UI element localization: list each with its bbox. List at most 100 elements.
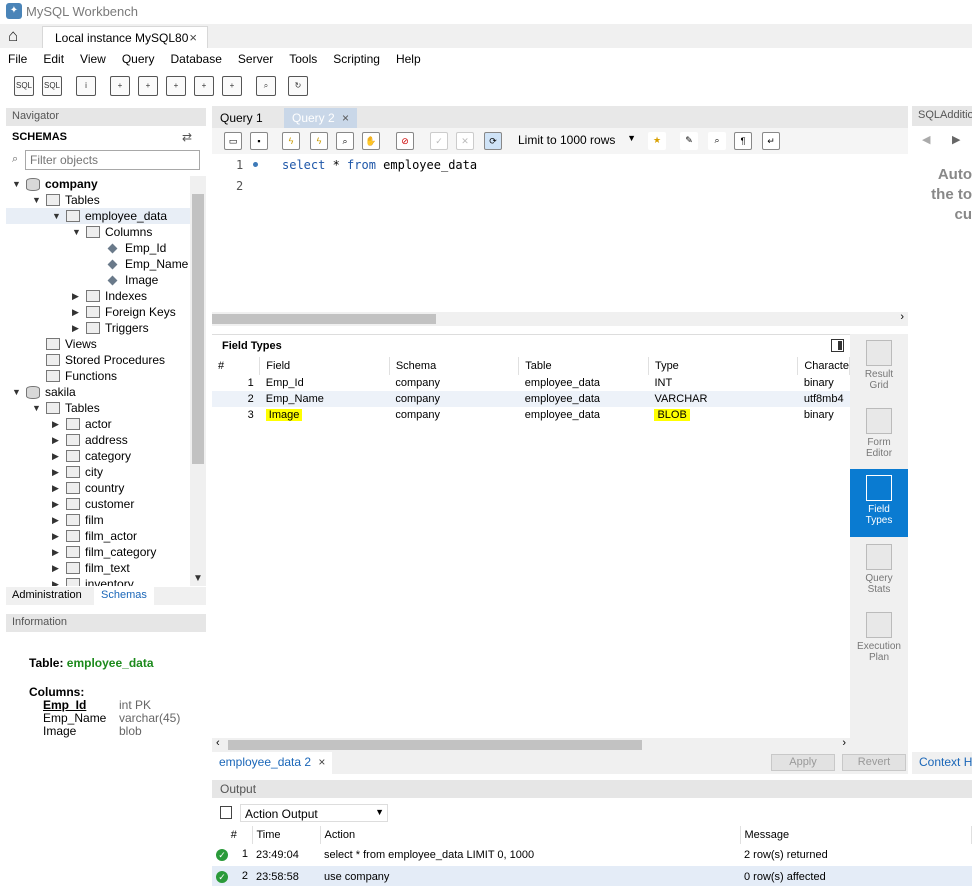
search-table-data-icon[interactable]: ⌕ <box>256 76 276 96</box>
invisible-chars-icon[interactable]: ¶ <box>734 132 752 150</box>
expand-right-icon[interactable]: ▶ <box>52 531 62 542</box>
toggle-error-icon[interactable]: ⊘ <box>396 132 414 150</box>
tree-item[interactable]: ▶ film_text <box>6 560 190 576</box>
tree-item[interactable]: ▶ actor <box>6 416 190 432</box>
forward-icon[interactable]: ▶ <box>952 133 960 146</box>
tree-item[interactable]: Emp_Id <box>6 240 190 256</box>
tab-query-1[interactable]: Query 1 <box>212 108 271 128</box>
scrollbar-thumb[interactable] <box>228 740 642 750</box>
tree-item[interactable]: ▼ sakila <box>6 384 190 400</box>
expand-down-icon[interactable]: ▼ <box>72 227 82 237</box>
close-icon[interactable]: × <box>342 111 349 125</box>
tab-schemas[interactable]: Schemas <box>94 587 154 605</box>
expand-right-icon[interactable]: ▶ <box>72 291 82 302</box>
tree-item[interactable]: ▼ employee_data <box>6 208 190 224</box>
menu-edit[interactable]: Edit <box>43 52 64 66</box>
column-header[interactable]: Schema <box>389 357 520 375</box>
tree-item[interactable]: ▶ address <box>6 432 190 448</box>
chevron-left-icon[interactable]: ‹ <box>216 737 220 749</box>
expand-right-icon[interactable]: ▶ <box>52 563 62 574</box>
expand-right-icon[interactable]: ▶ <box>72 307 82 318</box>
column-header[interactable]: # <box>212 357 261 375</box>
menu-server[interactable]: Server <box>238 52 273 66</box>
editor-scrollbar[interactable]: › <box>212 311 908 326</box>
add-snippet-icon[interactable]: ★ <box>648 132 666 150</box>
tab-employee-data-2[interactable]: employee_data 2 × <box>212 752 333 774</box>
tree-item[interactable]: ▶ city <box>6 464 190 480</box>
tree-item[interactable]: ▶ country <box>6 480 190 496</box>
column-header[interactable]: Action <box>320 826 741 844</box>
autocommit-icon[interactable]: ⟳ <box>484 132 502 150</box>
revert-button[interactable]: Revert <box>842 754 906 771</box>
tab-context-help[interactable]: Context Help <box>912 752 972 774</box>
tree-item[interactable]: ▶ film_category <box>6 544 190 560</box>
output-type-select[interactable]: Action Output ▼ <box>240 804 388 822</box>
column-header[interactable]: Type <box>648 357 799 375</box>
scrollbar-thumb[interactable] <box>212 314 436 324</box>
new-sql-tab-icon[interactable]: SQL <box>14 76 34 96</box>
expand-down-icon[interactable]: ▼ <box>52 211 62 221</box>
beautify-icon[interactable]: ✎ <box>680 132 698 150</box>
expand-right-icon[interactable]: ▶ <box>52 515 62 526</box>
toggle-panel-icon[interactable] <box>831 339 844 352</box>
tree-item[interactable]: ▼ Columns <box>6 224 190 240</box>
menu-tools[interactable]: Tools <box>289 52 317 66</box>
expand-right-icon[interactable]: ▶ <box>52 435 62 446</box>
expand-right-icon[interactable]: ▶ <box>72 323 82 334</box>
create-function-icon[interactable]: + <box>222 76 242 96</box>
result-grid-button[interactable]: Result Grid <box>850 334 908 400</box>
limit-rows-select[interactable]: Limit to 1000 rows ▼ <box>514 133 638 150</box>
table-row[interactable]: 1 Emp_Id company employee_data INT binar… <box>212 375 850 391</box>
expand-right-icon[interactable]: ▶ <box>52 451 62 462</box>
scrollbar-thumb[interactable] <box>192 194 204 464</box>
expand-right-icon[interactable]: ▶ <box>52 467 62 478</box>
chevron-down-icon[interactable]: ▼ <box>193 573 203 584</box>
menu-scripting[interactable]: Scripting <box>333 52 380 66</box>
expand-down-icon[interactable]: ▼ <box>12 179 22 189</box>
explain-icon[interactable]: ⌕ <box>336 132 354 150</box>
table-row[interactable]: ✓ 2 23:58:58 use company 0 row(s) affecte… <box>212 866 972 886</box>
back-icon[interactable]: ◀ <box>922 133 930 146</box>
column-header[interactable]: Table <box>518 357 649 375</box>
tree-item[interactable]: ▶ inventory <box>6 576 190 586</box>
table-row[interactable]: ✓ 1 23:49:04 select * from employee_data … <box>212 844 972 866</box>
copy-icon[interactable] <box>220 806 232 819</box>
filter-objects-input[interactable] <box>25 150 200 170</box>
field-types-button[interactable]: Field Types <box>850 469 908 537</box>
expand-right-icon[interactable]: ▶ <box>52 547 62 558</box>
stop-icon[interactable]: ✋ <box>362 132 380 150</box>
tree-item[interactable]: ▼ Tables <box>6 400 190 416</box>
table-row[interactable]: 3 Image company employee_data BLOB binar… <box>212 407 850 423</box>
column-header[interactable]: Time <box>252 826 321 844</box>
result-scrollbar[interactable]: ‹ › <box>212 737 850 752</box>
execute-current-icon[interactable]: ϟ <box>310 132 328 150</box>
tree-item[interactable]: Image <box>6 272 190 288</box>
create-procedure-icon[interactable]: + <box>194 76 214 96</box>
home-icon[interactable]: ⌂ <box>8 27 32 45</box>
tree-item[interactable]: ▶ Foreign Keys <box>6 304 190 320</box>
menu-view[interactable]: View <box>80 52 106 66</box>
sql-editor[interactable]: 1 2 select * from employee_data <box>212 154 908 312</box>
tree-item[interactable]: ▶ film_actor <box>6 528 190 544</box>
apply-button[interactable]: Apply <box>771 754 835 771</box>
tree-item[interactable]: ▶ category <box>6 448 190 464</box>
tree-item[interactable]: Stored Procedures <box>6 352 190 368</box>
menu-help[interactable]: Help <box>396 52 421 66</box>
menu-database[interactable]: Database <box>171 52 222 66</box>
close-icon[interactable]: × <box>189 30 197 45</box>
find-icon[interactable]: ⌕ <box>708 132 726 150</box>
query-stats-button[interactable]: Query Stats <box>850 538 908 604</box>
tree-item[interactable]: ▶ customer <box>6 496 190 512</box>
execute-icon[interactable]: ϟ <box>282 132 300 150</box>
tree-item[interactable]: Emp_Name <box>6 256 190 272</box>
tree-item[interactable]: Views <box>6 336 190 352</box>
table-row[interactable]: 2 Emp_Name company employee_data VARCHAR… <box>212 391 850 407</box>
chevron-right-icon[interactable]: › <box>842 737 846 749</box>
create-table-icon[interactable]: + <box>138 76 158 96</box>
open-sql-script-icon[interactable]: SQL <box>42 76 62 96</box>
column-header[interactable]: Message <box>740 826 972 844</box>
close-icon[interactable]: × <box>318 755 325 769</box>
commit-icon[interactable]: ✓ <box>430 132 448 150</box>
menu-query[interactable]: Query <box>122 52 155 66</box>
expand-down-icon[interactable]: ▼ <box>32 403 42 413</box>
